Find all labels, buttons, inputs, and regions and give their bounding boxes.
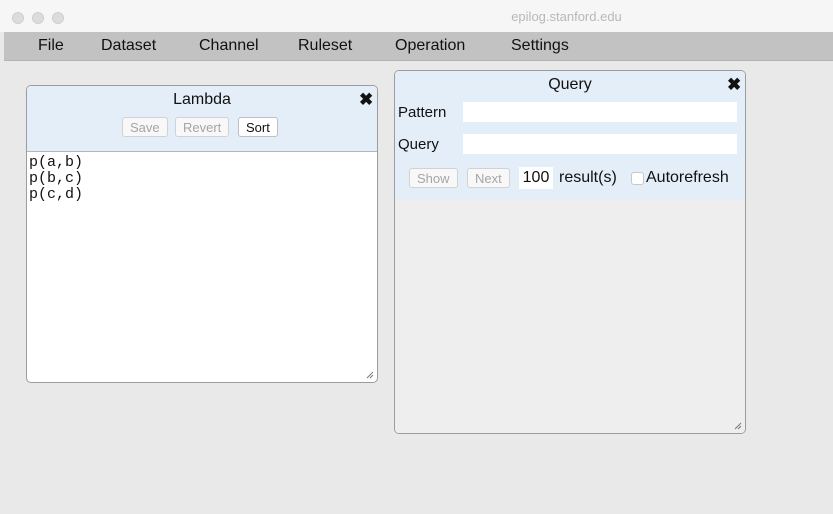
window-title: epilog.stanford.edu xyxy=(511,9,622,24)
query-input[interactable] xyxy=(463,134,737,154)
save-button[interactable]: Save xyxy=(122,117,168,137)
next-button[interactable]: Next xyxy=(467,168,510,188)
pattern-label: Pattern xyxy=(398,104,447,121)
autorefresh-checkbox[interactable] xyxy=(631,172,644,185)
query-panel: Query ✖ Pattern Query Show Next result(s… xyxy=(394,70,746,434)
query-label: Query xyxy=(398,136,439,153)
menu-dataset[interactable]: Dataset xyxy=(101,37,156,55)
sort-button[interactable]: Sort xyxy=(238,117,278,137)
lambda-line: p(c,d) xyxy=(29,186,84,203)
close-icon[interactable]: ✖ xyxy=(727,76,741,93)
resize-grip-icon[interactable] xyxy=(734,422,742,430)
results-label: result(s) xyxy=(559,169,617,186)
autorefresh-label: Autorefresh xyxy=(646,169,729,186)
lambda-panel: Lambda ✖ Save Revert Sort p(a,b) p(b,c) … xyxy=(26,85,378,383)
app-window: epilog.stanford.edu File Dataset Channel… xyxy=(0,0,833,514)
lambda-panel-title: Lambda xyxy=(173,91,231,108)
menu-ruleset[interactable]: Ruleset xyxy=(298,37,352,55)
show-button[interactable]: Show xyxy=(409,168,458,188)
pattern-input[interactable] xyxy=(463,102,737,122)
query-panel-header: Query ✖ Pattern Query Show Next result(s… xyxy=(395,71,745,201)
lambda-panel-header: Lambda ✖ Save Revert Sort xyxy=(27,86,377,152)
resize-grip-icon[interactable] xyxy=(366,371,374,379)
menu-settings[interactable]: Settings xyxy=(511,37,569,55)
menu-operation[interactable]: Operation xyxy=(395,37,465,55)
revert-button[interactable]: Revert xyxy=(175,117,230,137)
result-count-input[interactable] xyxy=(519,167,553,189)
title-bar: epilog.stanford.edu xyxy=(0,0,833,32)
lambda-textarea[interactable]: p(a,b) p(b,c) p(c,d) xyxy=(27,152,377,382)
menu-bar: File Dataset Channel Ruleset Operation S… xyxy=(4,32,833,61)
menu-file[interactable]: File xyxy=(38,37,64,55)
menu-channel[interactable]: Channel xyxy=(199,37,259,55)
query-panel-title: Query xyxy=(548,76,592,93)
query-results-area xyxy=(395,200,745,433)
lambda-line: p(a,b) xyxy=(29,154,84,171)
close-icon[interactable]: ✖ xyxy=(359,91,373,108)
lambda-line: p(b,c) xyxy=(29,170,84,187)
